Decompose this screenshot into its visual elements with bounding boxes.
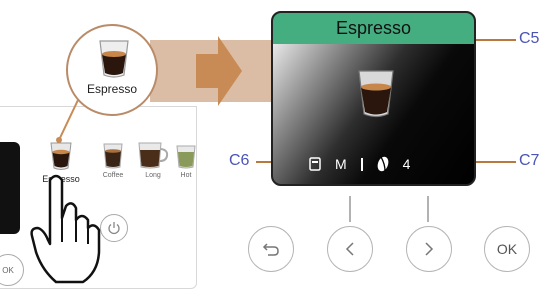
status-row: M 4: [309, 154, 424, 174]
size-value: M: [335, 156, 347, 172]
aroma-level-value: 4: [402, 156, 411, 172]
coffee-bean-icon: [377, 156, 389, 172]
espresso-cup-icon: [99, 40, 129, 78]
display-screen: Espresso M 4: [271, 11, 476, 186]
cup-size-icon: [309, 157, 321, 171]
hand-pointer-icon: [30, 174, 101, 284]
zoom-bubble: Espresso: [66, 24, 158, 116]
bubble-label: Espresso: [86, 82, 138, 96]
espresso-cup-icon: [358, 70, 394, 118]
screen-body: M 4: [273, 44, 474, 184]
screen-title: Espresso: [273, 13, 474, 44]
separator-icon: [360, 157, 363, 171]
